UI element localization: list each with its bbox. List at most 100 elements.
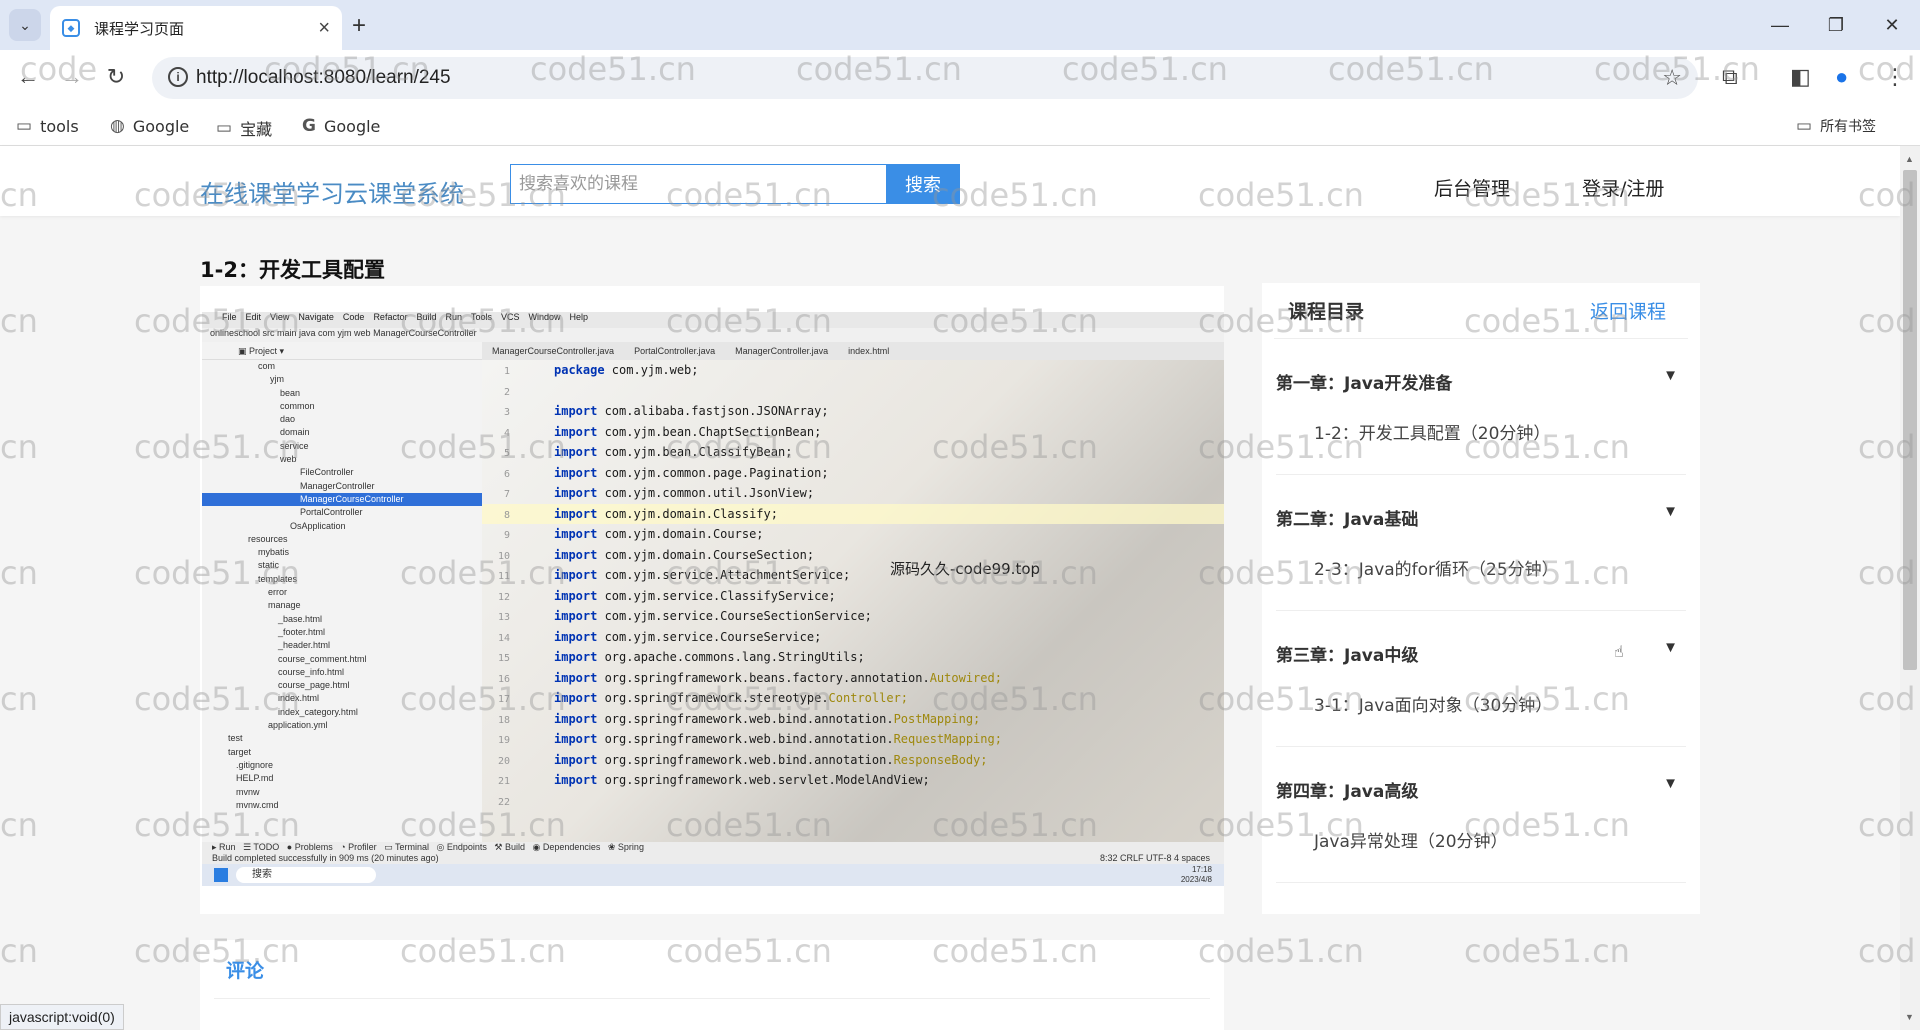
project-tree-item: service <box>280 440 309 451</box>
ide-menu-item: Window <box>528 312 561 322</box>
code-line: 16 import org.springframework.beans.facto… <box>482 668 1224 689</box>
minimize-icon[interactable]: — <box>1752 0 1808 50</box>
watermark-text: cn <box>0 680 38 718</box>
chevron-down-icon[interactable]: ▼ <box>1663 503 1678 520</box>
code-keyword: import <box>554 465 598 480</box>
code-keyword: import <box>554 670 598 685</box>
bookmarks-bar: ▭ tools ◍ Google ▭ 宝藏 G Google ▭ 所有书签 <box>0 106 1920 146</box>
section-item[interactable]: Java异常处理（20分钟） <box>1314 827 1508 852</box>
code-keyword: import <box>554 691 598 705</box>
ide-project-tree: ▣ Project ▾ com yjm bean common dao domain ser… <box>202 342 482 842</box>
restore-icon[interactable]: ❐ <box>1808 0 1864 50</box>
reload-icon[interactable]: ↻ <box>102 64 130 90</box>
nav-login-register[interactable]: 登录/注册 <box>1582 174 1664 201</box>
project-tree-item: index.html <box>278 693 320 704</box>
code-keyword: import <box>554 773 598 787</box>
bookmark-star-icon[interactable]: ☆ <box>1662 65 1682 91</box>
code-annotation: Controller; <box>828 691 909 705</box>
code-keyword: import <box>554 404 598 418</box>
code-annotation: ResponseBody; <box>893 752 988 767</box>
project-tree-item: PortalController <box>300 507 363 518</box>
line-number: 10 <box>497 550 510 562</box>
course-search-input[interactable] <box>510 164 886 204</box>
chevron-down-icon[interactable]: ▼ <box>1663 639 1678 656</box>
ide-menu-item: Help <box>569 312 589 322</box>
nav-admin[interactable]: 后台管理 <box>1434 174 1510 201</box>
line-number: 4 <box>503 427 510 439</box>
back-to-course-link[interactable]: 返回课程 <box>1590 297 1666 324</box>
side-panel-icon[interactable]: ◧ <box>1790 64 1811 90</box>
bookmark-treasure[interactable]: ▭ 宝藏 <box>216 116 272 140</box>
line-number: 8 <box>503 509 510 521</box>
scroll-up-icon[interactable]: ▲ <box>1905 154 1914 164</box>
code-keyword: import <box>554 650 598 664</box>
code-text: org.springframework.stereotype. <box>597 691 829 705</box>
forward-icon[interactable]: → <box>58 64 86 90</box>
chevron-down-icon[interactable]: ▼ <box>1663 367 1678 384</box>
project-tree-item: _base.html <box>278 613 323 624</box>
line-number: 3 <box>503 407 510 418</box>
more-menu-icon[interactable]: ⋮ <box>1884 64 1906 90</box>
video-player[interactable]: File Edit View Navigate Code Refactor Build Run… <box>202 312 1224 886</box>
code-text: org.apache.commons.lang.StringUtils; <box>597 650 865 664</box>
scrollbar-thumb[interactable] <box>1903 170 1917 670</box>
project-tree-item: HELP.md <box>236 773 274 784</box>
code-text: org.springframework.web.servlet.ModelAnd… <box>597 773 930 787</box>
new-tab-button[interactable]: + <box>352 12 366 40</box>
chapter-title[interactable]: 第三章：Java中级 <box>1276 641 1418 666</box>
code-text: com.yjm.domain.Course; <box>597 527 764 541</box>
search-button[interactable]: 搜索 <box>886 164 960 204</box>
scroll-down-icon[interactable]: ▼ <box>1905 1012 1914 1022</box>
extensions-icon[interactable]: ⧉ <box>1722 64 1738 90</box>
back-icon[interactable]: ← <box>14 64 42 90</box>
bookmark-google[interactable]: ◍ Google <box>110 116 189 136</box>
site-logo[interactable]: 在线课堂学习云课堂系统 <box>200 174 464 209</box>
project-tree-item: application.yml <box>268 720 328 731</box>
site-info-icon[interactable]: i <box>168 67 188 87</box>
section-item[interactable]: 2-3：Java的for循环（25分钟） <box>1314 555 1559 580</box>
code-keyword: import <box>554 629 598 644</box>
tab-close-icon[interactable]: × <box>318 17 330 40</box>
url-text[interactable]: http://localhost:8080/learn/245 <box>196 67 451 89</box>
chapter-title[interactable]: 第一章：Java开发准备 <box>1276 369 1452 394</box>
google-g-icon: G <box>302 116 316 136</box>
code-line: 12 import com.yjm.service.ClassifyService… <box>482 586 1224 607</box>
code-line: 1 package com.yjm.web; <box>482 360 1224 381</box>
code-annotation: PostMapping; <box>893 711 981 726</box>
ide-menu-item: View <box>270 312 290 322</box>
code-line: 14 import com.yjm.service.CourseService; <box>482 627 1224 648</box>
line-number: 20 <box>497 755 510 767</box>
project-tree-item: templates <box>258 573 298 584</box>
lesson-title: 1-2：开发工具配置 <box>200 258 385 282</box>
bookmark-tools[interactable]: ▭ tools <box>16 116 79 136</box>
code-text: org.springframework.web.bind.annotation. <box>597 711 894 726</box>
close-window-icon[interactable]: ✕ <box>1864 0 1920 50</box>
section-item[interactable]: 1-2：开发工具配置（20分钟） <box>1314 419 1550 444</box>
chapter-title[interactable]: 第四章：Java高级 <box>1276 777 1418 802</box>
project-tree-item: course_info.html <box>278 666 345 677</box>
windows-taskbar: 搜索 17:18 2023/4/8 <box>202 864 1224 886</box>
project-tree-item: yjm <box>270 374 284 385</box>
ide-menu-item: Tools <box>470 312 492 322</box>
folder-icon: ▭ <box>1796 116 1813 136</box>
ide-menubar: File Edit View Navigate Code Refactor Build Run… <box>202 312 1224 328</box>
taskbar-search: 搜索 <box>236 867 376 883</box>
line-number: 2 <box>503 386 510 398</box>
line-number: 18 <box>497 714 510 726</box>
chapter-2: 第二章：Java基础 ▼ 2-3：Java的for循环（25分钟） <box>1276 475 1686 611</box>
code-line: 11 import com.yjm.service.AttachmentServi… <box>482 565 1224 586</box>
browser-tab-active[interactable]: ◆ 课程学习页面 × <box>50 6 342 50</box>
all-bookmarks[interactable]: ▭ 所有书签 <box>1796 116 1876 136</box>
address-bar[interactable]: i http://localhost:8080/learn/245 ☆ <box>152 57 1698 99</box>
tab-search-button[interactable]: ⌄ <box>9 9 41 41</box>
profile-icon[interactable]: ● <box>1835 64 1848 90</box>
chevron-down-icon[interactable]: ▼ <box>1663 775 1678 792</box>
code-line: 3 import com.alibaba.fastjson.JSONArray; <box>482 401 1224 422</box>
project-tree-item: error <box>268 587 288 598</box>
code-text: com.alibaba.fastjson.JSONArray; <box>597 404 829 418</box>
section-item[interactable]: 3-1：Java面向对象（30分钟） <box>1314 691 1552 716</box>
comments-divider <box>214 998 1210 999</box>
page-scrollbar[interactable]: ▲ ▼ <box>1900 146 1920 1030</box>
bookmark-google-2[interactable]: G Google <box>302 116 380 136</box>
chapter-title[interactable]: 第二章：Java基础 <box>1276 505 1418 530</box>
